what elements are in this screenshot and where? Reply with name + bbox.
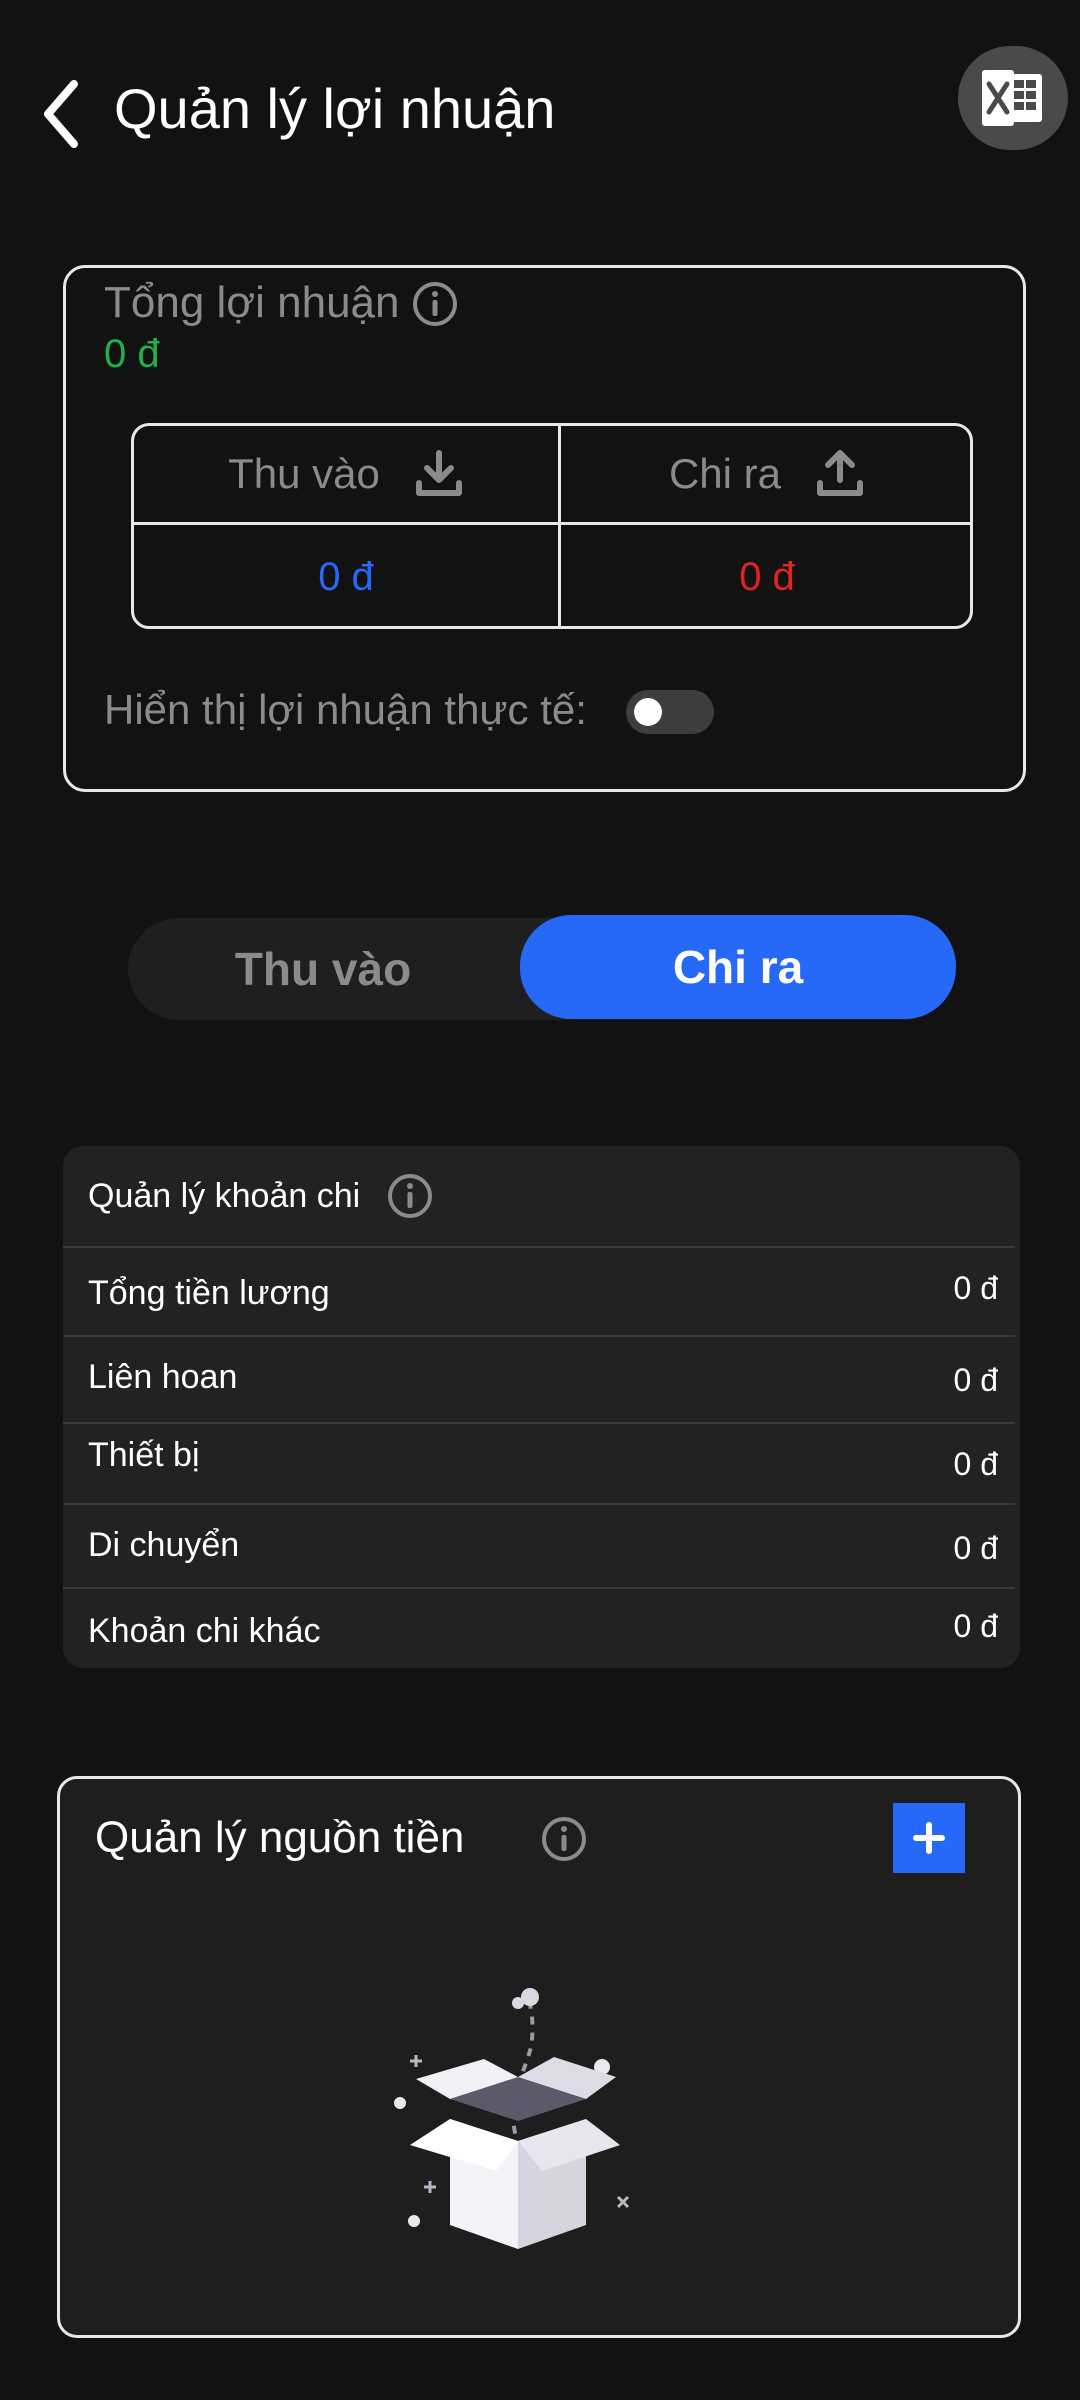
info-icon[interactable]: [540, 1815, 588, 1863]
app-header: Quản lý lợi nhuận: [0, 0, 1080, 220]
page-title: Quản lý lợi nhuận: [114, 77, 556, 140]
expense-management-header: Quản lý khoản chi: [88, 1146, 434, 1246]
export-excel-button[interactable]: [958, 46, 1068, 150]
income-label: Thu vào: [228, 450, 380, 497]
expense-row-value: 0 đ: [953, 1270, 998, 1306]
divider: [63, 1246, 1015, 1248]
download-icon: [415, 450, 462, 496]
expense-management-title: Quản lý khoản chi: [88, 1176, 361, 1215]
expense-row-value: 0 đ: [953, 1530, 998, 1566]
expense-row-label: Thiết bị: [88, 1436, 200, 1474]
income-expense-table: Thu vào Chi ra 0 đ 0 đ: [131, 423, 973, 629]
expense-value: 0 đ: [739, 554, 795, 599]
profit-summary-card: Tổng lợi nhuận 0 đ Thu vào Chi ra 0 đ 0: [63, 265, 1026, 792]
total-profit-value: 0 đ: [104, 332, 160, 376]
add-money-source-button[interactable]: [893, 1803, 965, 1873]
expense-row-value: 0 đ: [953, 1608, 998, 1644]
tab-income[interactable]: Thu vào: [128, 918, 518, 1020]
money-sources-title: Quản lý nguồn tiền: [95, 1813, 465, 1862]
expense-row-label: Khoản chi khác: [88, 1612, 321, 1650]
expense-header: Chi ra: [561, 426, 973, 522]
empty-box-illustration: [394, 1988, 630, 2249]
income-header: Thu vào: [134, 426, 558, 522]
divider: [63, 1335, 1015, 1337]
expense-row-label: Liên hoan: [88, 1358, 238, 1396]
expense-row-value: 0 đ: [953, 1362, 998, 1398]
tab-expense[interactable]: Chi ra: [520, 915, 956, 1019]
expense-management-card: Quản lý khoản chi Tổng tiền lương 0 đ Li…: [63, 1146, 1020, 1668]
expense-row-label: Di chuyển: [88, 1526, 240, 1564]
actual-profit-toggle[interactable]: [626, 690, 714, 734]
expense-row-value: 0 đ: [953, 1446, 998, 1482]
actual-profit-label: Hiển thị lợi nhuận thực tế:: [104, 686, 587, 733]
expense-row-label: Tổng tiền lương: [88, 1274, 330, 1312]
expense-label: Chi ra: [668, 450, 782, 497]
excel-icon: [982, 70, 1042, 126]
plus-icon: [913, 1822, 945, 1854]
income-value: 0 đ: [318, 554, 374, 599]
upload-icon: [817, 450, 864, 496]
info-icon[interactable]: [411, 280, 459, 328]
divider: [63, 1422, 1015, 1424]
chevron-left-icon[interactable]: [40, 78, 84, 150]
toggle-knob: [634, 698, 662, 726]
total-profit-label: Tổng lợi nhuận: [104, 278, 400, 327]
divider: [63, 1503, 1015, 1505]
info-icon[interactable]: [386, 1172, 434, 1220]
divider: [63, 1587, 1015, 1589]
income-expense-tabs: Thu vào Chi ra: [128, 915, 956, 1020]
money-sources-card: Quản lý nguồn tiền: [57, 1776, 1021, 2338]
